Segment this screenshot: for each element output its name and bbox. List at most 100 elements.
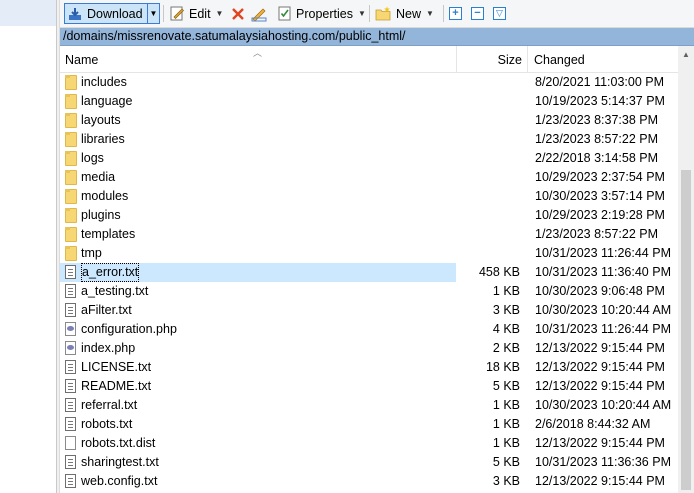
download-button[interactable]: Download	[64, 3, 150, 24]
file-name: web.config.txt	[81, 474, 158, 488]
folder-row[interactable]: tmp 10/31/2023 11:26:44 PM	[60, 244, 678, 263]
file-changed-date: 10/31/2023 11:26:44 PM	[535, 246, 671, 260]
file-row[interactable]: robots.txt.dist 1 KB 12/13/2022 9:15:44 PM	[60, 434, 678, 453]
file-changed-date: 2/6/2018 8:44:32 AM	[535, 417, 651, 431]
folder-row[interactable]: media 10/29/2023 2:37:54 PM	[60, 168, 678, 187]
new-button[interactable]: New ▼	[375, 3, 434, 24]
download-label: Download	[87, 6, 143, 21]
file-row[interactable]: aFilter.txt 3 KB 10/30/2023 10:20:44 AM	[60, 301, 678, 320]
plus-icon: +	[449, 7, 462, 20]
file-name: media	[81, 170, 116, 184]
text-file-icon	[65, 417, 76, 431]
php-file-icon	[65, 322, 76, 336]
file-size: 458 KB	[478, 265, 520, 279]
download-icon	[69, 7, 81, 20]
folder-row[interactable]: libraries 1/23/2023 8:57:22 PM	[60, 130, 678, 149]
file-changed-date: 12/13/2022 9:15:44 PM	[535, 474, 665, 488]
filter-button[interactable]: ▽	[493, 3, 506, 24]
file-name: LICENSE.txt	[81, 360, 152, 374]
new-folder-icon	[375, 6, 391, 21]
file-name: logs	[81, 151, 104, 165]
chevron-down-icon: ▼	[215, 9, 224, 18]
rename-button[interactable]	[251, 3, 269, 24]
folder-icon	[65, 246, 77, 261]
local-panel[interactable]	[0, 0, 56, 493]
column-divider[interactable]	[527, 46, 528, 73]
file-list: includes 8/20/2021 11:03:00 PM language 10/…	[60, 73, 678, 493]
expand-button[interactable]: +	[449, 3, 462, 24]
file-name: index.php	[81, 341, 136, 355]
file-changed-date: 1/23/2023 8:57:22 PM	[535, 132, 659, 146]
file-row[interactable]: index.php 2 KB 12/13/2022 9:15:44 PM	[60, 339, 678, 358]
file-row[interactable]: configuration.php 4 KB 10/31/2023 11:26:44…	[60, 320, 678, 339]
file-size: 5 KB	[492, 455, 520, 469]
file-name: tmp	[81, 246, 102, 260]
file-row[interactable]: LICENSE.txt 18 KB 12/13/2022 9:15:44 PM	[60, 358, 678, 377]
file-row[interactable]: robots.txt 1 KB 2/6/2018 8:44:32 AM	[60, 415, 678, 434]
file-name: configuration.php	[81, 322, 177, 336]
download-dropdown-button[interactable]: ▼	[147, 3, 160, 24]
file-size: 5 KB	[492, 379, 520, 393]
file-changed-date: 12/13/2022 9:15:44 PM	[535, 379, 665, 393]
properties-icon	[278, 6, 291, 21]
folder-icon	[65, 227, 77, 242]
file-row[interactable]: web.config.txt 3 KB 12/13/2022 9:15:44 PM	[60, 472, 678, 491]
folder-row[interactable]: templates 1/23/2023 8:57:22 PM	[60, 225, 678, 244]
folder-row[interactable]: plugins 10/29/2023 2:19:28 PM	[60, 206, 678, 225]
text-file-icon	[65, 360, 76, 374]
file-name: sharingtest.txt	[81, 455, 159, 469]
edit-icon	[170, 6, 184, 21]
file-row[interactable]: README.txt 5 KB 12/13/2022 9:15:44 PM	[60, 377, 678, 396]
text-file-icon	[65, 379, 76, 393]
folder-row[interactable]: language 10/19/2023 5:14:37 PM	[60, 92, 678, 111]
file-changed-date: 8/20/2021 11:03:00 PM	[535, 75, 665, 89]
toolbar-separator	[443, 5, 444, 22]
file-row[interactable]: referral.txt 1 KB 10/30/2023 10:20:44 AM	[60, 396, 678, 415]
folder-row[interactable]: includes 8/20/2021 11:03:00 PM	[60, 73, 678, 92]
file-name: robots.txt.dist	[81, 436, 156, 450]
path-bar[interactable]: /domains/missrenovate.satumalaysiahostin…	[60, 28, 694, 46]
file-row[interactable]: a_testing.txt 1 KB 10/30/2023 9:06:48 PM	[60, 282, 678, 301]
file-name: plugins	[81, 208, 121, 222]
scrollbar-thumb[interactable]	[681, 170, 691, 490]
remote-panel: Download ▼ Edit ▼ Properties ▼ New ▼ + −…	[60, 0, 694, 493]
column-divider[interactable]	[456, 46, 457, 73]
folder-icon	[65, 208, 77, 223]
file-name: libraries	[81, 132, 125, 146]
column-header-size[interactable]: Size	[498, 46, 522, 73]
file-name: referral.txt	[81, 398, 138, 412]
vertical-scrollbar[interactable]: ▲	[678, 46, 694, 493]
file-size: 1 KB	[492, 436, 520, 450]
chevron-down-icon: ▼	[357, 9, 366, 18]
rename-icon	[251, 8, 267, 21]
chevron-down-icon: ▼	[149, 9, 158, 18]
edit-button[interactable]: Edit ▼	[170, 3, 223, 24]
text-file-icon	[65, 474, 76, 488]
file-row[interactable]: a_error.txt 458 KB 10/31/2023 11:36:40 PM	[60, 263, 678, 282]
column-header-changed[interactable]: Changed	[534, 46, 585, 73]
delete-icon	[232, 7, 244, 20]
delete-button[interactable]	[231, 3, 245, 24]
folder-icon	[65, 170, 77, 185]
file-changed-date: 10/29/2023 2:37:54 PM	[535, 170, 665, 184]
scroll-up-icon[interactable]: ▲	[678, 46, 694, 63]
collapse-button[interactable]: −	[471, 3, 484, 24]
folder-row[interactable]: layouts 1/23/2023 8:37:38 PM	[60, 111, 678, 130]
folder-row[interactable]: logs 2/22/2018 3:14:58 PM	[60, 149, 678, 168]
toolbar-separator	[369, 5, 370, 22]
file-size: 1 KB	[492, 417, 520, 431]
file-row[interactable]: sharingtest.txt 5 KB 10/31/2023 11:36:36 P…	[60, 453, 678, 472]
sort-ascending-icon: ︿	[253, 48, 263, 58]
file-changed-date: 10/31/2023 11:36:40 PM	[535, 265, 671, 279]
properties-button[interactable]: Properties ▼	[277, 3, 366, 24]
file-changed-date: 10/30/2023 10:20:44 AM	[535, 398, 672, 412]
folder-icon	[65, 94, 77, 109]
folder-row[interactable]: modules 10/30/2023 3:57:14 PM	[60, 187, 678, 206]
column-header-name[interactable]: Name	[65, 46, 98, 73]
file-changed-date: 12/13/2022 9:15:44 PM	[535, 436, 665, 450]
file-size: 1 KB	[492, 284, 520, 298]
file-name: templates	[81, 227, 136, 241]
folder-icon	[65, 189, 77, 204]
file-changed-date: 10/30/2023 3:57:14 PM	[535, 189, 665, 203]
file-manager-window: Download ▼ Edit ▼ Properties ▼ New ▼ + −…	[0, 0, 694, 493]
